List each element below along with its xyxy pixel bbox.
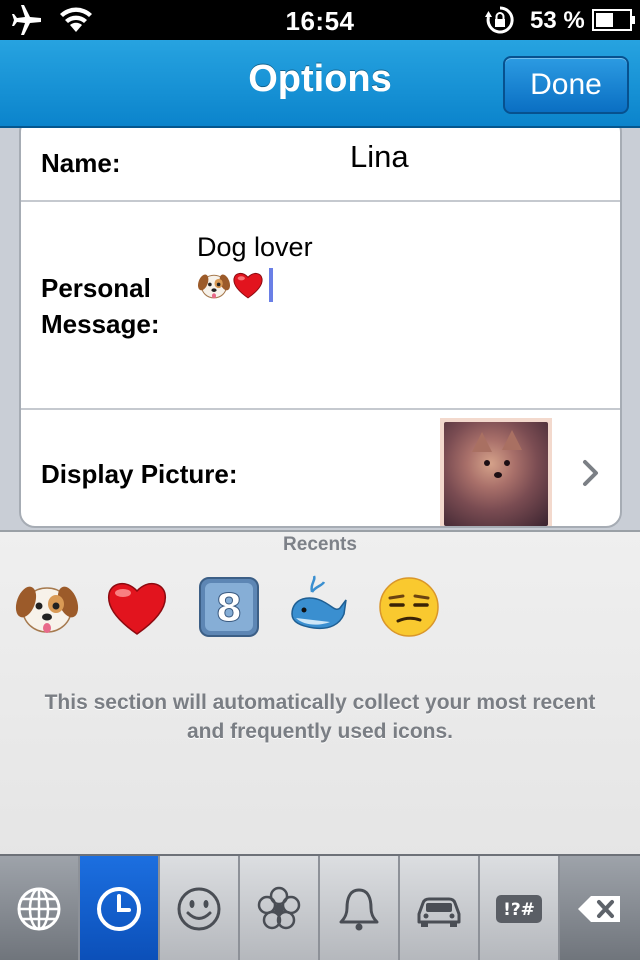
- name-label: Name:: [41, 148, 121, 178]
- tab-objects[interactable]: [320, 856, 400, 960]
- whale-emoji[interactable]: [286, 574, 352, 640]
- options-group: Name: Lina Personal Message: Dog lover D…: [19, 128, 622, 528]
- name-field[interactable]: Lina: [350, 139, 409, 175]
- chevron-right-icon: [583, 460, 598, 486]
- svg-text:8: 8: [216, 586, 242, 630]
- tab-nature[interactable]: [240, 856, 320, 960]
- globe-icon: [17, 887, 61, 931]
- name-row[interactable]: Name: Lina: [21, 128, 620, 202]
- keycap-8-emoji[interactable]: 8: [196, 574, 262, 640]
- backspace-icon: [578, 896, 620, 922]
- symbols-icon: !?#: [496, 895, 542, 923]
- done-button[interactable]: Done: [503, 56, 629, 114]
- display-picture-thumbnail[interactable]: [440, 418, 552, 526]
- personal-message-field[interactable]: Dog lover: [197, 232, 313, 263]
- delete-key[interactable]: [560, 856, 640, 960]
- display-picture-image: [444, 422, 548, 526]
- emoji-category-bar: !?#: [0, 854, 640, 960]
- text-caret: [269, 268, 273, 302]
- tab-places[interactable]: [400, 856, 480, 960]
- bell-icon: [339, 888, 379, 931]
- red-heart-emoji[interactable]: [104, 574, 170, 640]
- personal-message-emojis: [197, 268, 273, 302]
- flower-icon: [257, 886, 301, 930]
- personal-message-row[interactable]: Personal Message: Dog lover: [21, 202, 620, 410]
- personal-message-label: Personal Message:: [41, 273, 160, 339]
- dog-face-emoji: [197, 274, 231, 299]
- display-picture-label: Display Picture:: [41, 459, 238, 489]
- tab-smileys[interactable]: [160, 856, 240, 960]
- emoji-keyboard: Recents 8 This section will automaticall…: [0, 530, 640, 960]
- tab-symbols[interactable]: !?#: [480, 856, 560, 960]
- red-heart-emoji: [233, 273, 263, 299]
- battery-icon: [592, 9, 635, 31]
- display-picture-row[interactable]: Display Picture:: [21, 410, 620, 526]
- status-bar: 16:54 53 %: [0, 0, 640, 40]
- navigation-bar: Options Done: [0, 40, 640, 128]
- rotation-lock-icon: [485, 6, 514, 34]
- dog-face-emoji[interactable]: [14, 574, 80, 640]
- recents-info-text: This section will automatically collect …: [44, 691, 596, 743]
- options-content: Name: Lina Personal Message: Dog lover D…: [0, 128, 640, 530]
- clock-icon: [97, 887, 141, 931]
- symbols-tab-label: !?#: [503, 900, 535, 920]
- recents-title: Recents: [283, 534, 357, 555]
- unamused-face-emoji[interactable]: [376, 574, 442, 640]
- car-icon: [417, 897, 461, 927]
- tab-recents[interactable]: [80, 856, 160, 960]
- tab-globe[interactable]: [0, 856, 80, 960]
- smiley-icon: [177, 887, 221, 931]
- battery-percent: 53 %: [530, 7, 585, 34]
